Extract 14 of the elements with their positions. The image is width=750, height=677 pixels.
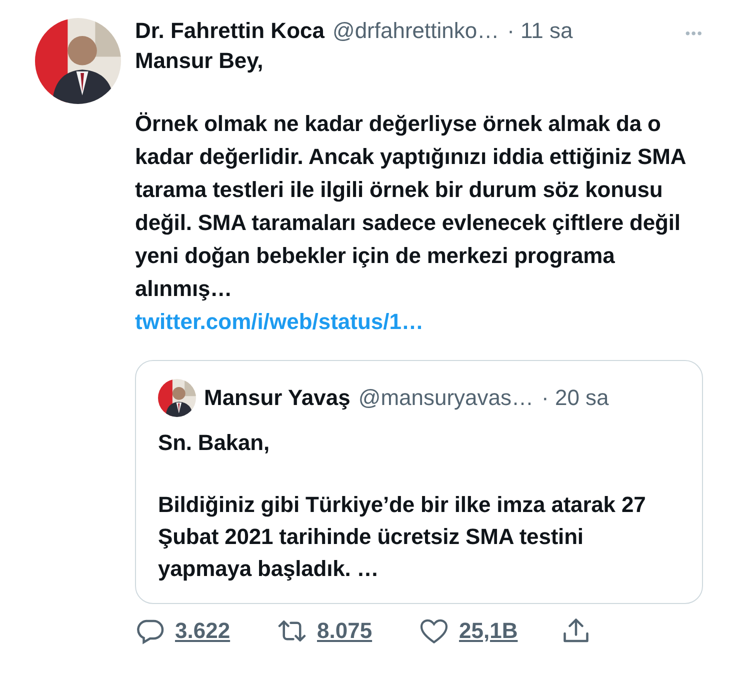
author-handle[interactable]: @mansuryavas… xyxy=(358,385,534,411)
tweet-text: Örnek olmak ne kadar değerliyse örnek almak da o kadar değerlidir. Ancak yaptığınızı iddia ettiğiniz SMA tarama testleri ile ilgili örnek bir durum söz konusu değil. SMA taramaları sadece evlenecek çiftlere değil yeni doğan bebekler için de merkezi programa alınmış… xyxy=(135,110,687,303)
timestamp[interactable]: · 20 sa xyxy=(542,385,609,411)
quoted-tweet-card[interactable]: Mansur Yavaş @mansuryavas… · 20 sa Sn. Bakan, Bildiğiniz gibi Türkiye’de bir ilke imza atarak 27 Şubat 2021 tarihinde ücretsiz SMA testini yapmaya başladık. … xyxy=(135,360,703,604)
timestamp[interactable]: · 11 sa xyxy=(507,18,573,44)
author-name[interactable]: Mansur Yavaş xyxy=(204,385,350,411)
action-count[interactable]: 3.622 xyxy=(175,618,230,644)
quoted-text: Sn. Bakan, xyxy=(158,429,270,457)
quoted-text: Bildiğiniz gibi Türkiye’de bir ilke imza atarak 27 Şubat 2021 tarihinde ücretsiz SMA testini yapmaya başladık. … xyxy=(158,491,647,583)
tweet-text: Mansur Bey, xyxy=(135,47,264,75)
author-handle[interactable]: @drfahrettinko… xyxy=(332,18,500,44)
action-count[interactable]: 8.075 xyxy=(317,618,372,644)
action-count[interactable]: 25,1B xyxy=(459,618,518,644)
author-name[interactable]: Dr. Fahrettin Koca xyxy=(135,18,324,44)
